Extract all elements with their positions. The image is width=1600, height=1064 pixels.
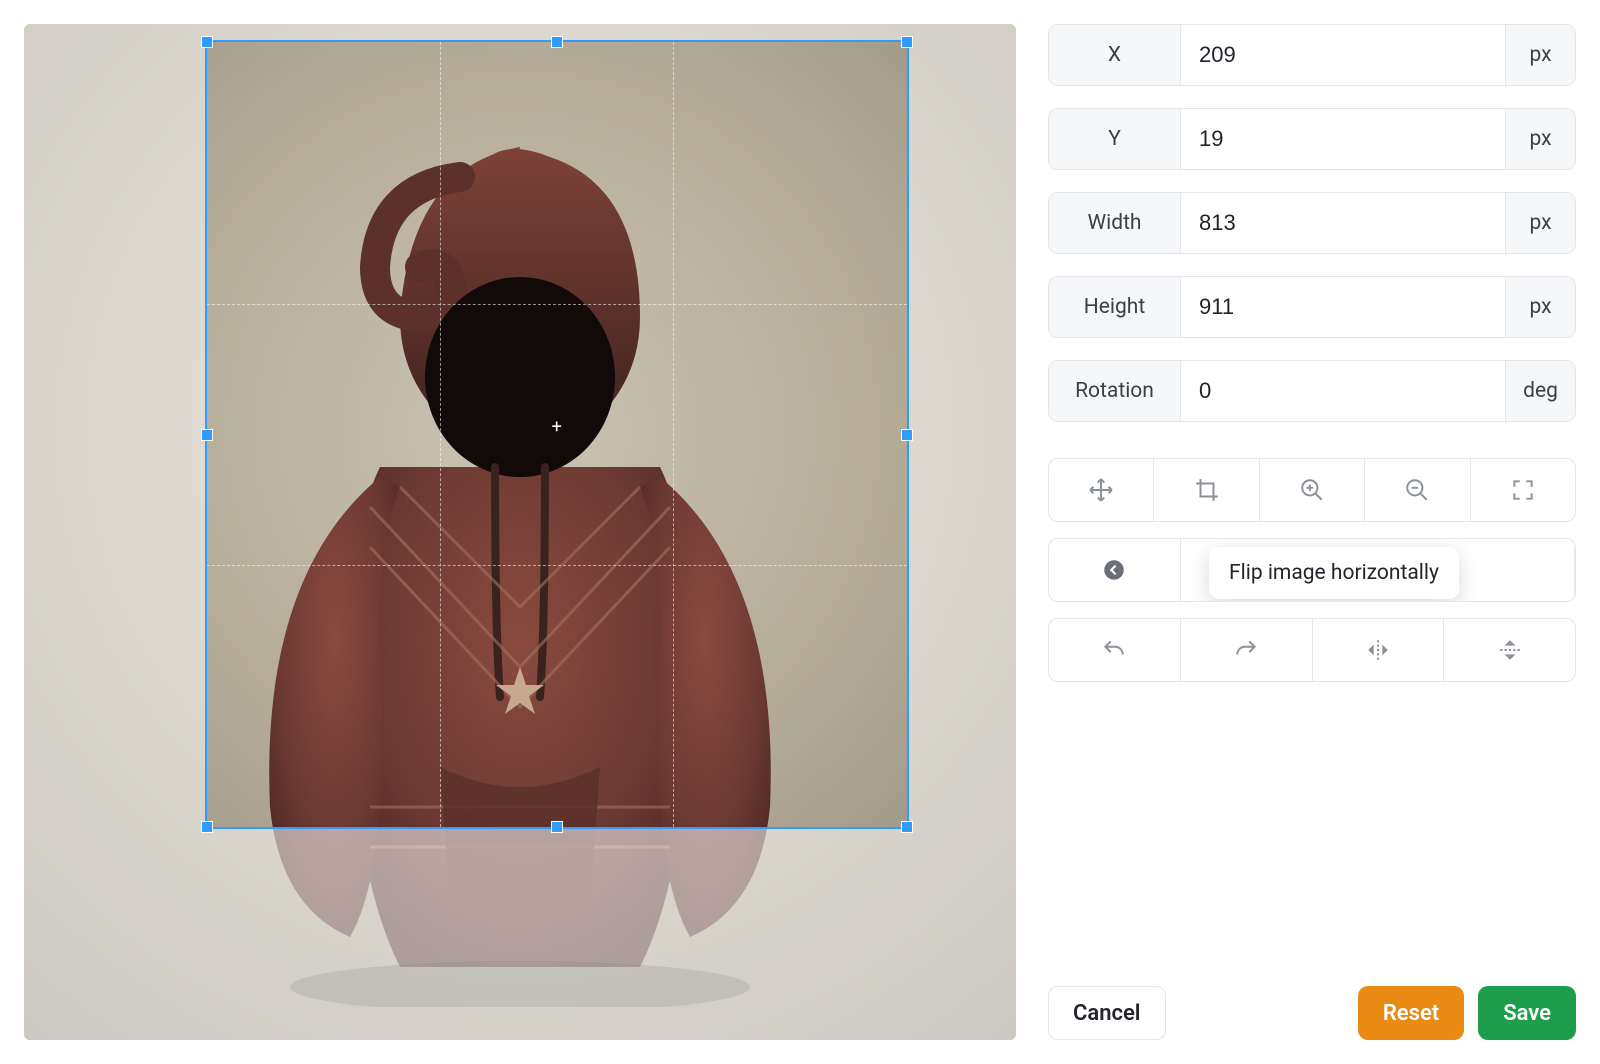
move-button[interactable] xyxy=(1049,459,1154,521)
handle-right[interactable] xyxy=(901,429,913,441)
x-input[interactable] xyxy=(1181,25,1505,85)
handle-left[interactable] xyxy=(201,429,213,441)
handle-top-right[interactable] xyxy=(901,36,913,48)
tooltip: Flip image horizontally xyxy=(1209,547,1459,599)
save-label: Save xyxy=(1503,1001,1551,1026)
height-label: Height xyxy=(1049,277,1181,337)
zoom-in-icon xyxy=(1299,477,1325,503)
height-unit: px xyxy=(1505,277,1575,337)
back-button[interactable] xyxy=(1049,539,1181,601)
image-canvas[interactable]: + xyxy=(24,24,1016,1040)
crop-button[interactable] xyxy=(1154,459,1259,521)
flip-horizontal-button[interactable] xyxy=(1313,619,1445,681)
redo-icon xyxy=(1233,637,1259,663)
zoom-in-button[interactable] xyxy=(1260,459,1365,521)
cancel-label: Cancel xyxy=(1073,1001,1141,1026)
handle-bottom[interactable] xyxy=(551,821,563,833)
handle-top[interactable] xyxy=(551,36,563,48)
undo-button[interactable] xyxy=(1049,619,1181,681)
x-label: X xyxy=(1049,25,1181,85)
footer-actions: Cancel Reset Save xyxy=(1048,962,1576,1040)
width-label: Width xyxy=(1049,193,1181,253)
arrow-left-circle-icon xyxy=(1101,557,1127,583)
tool-row-1 xyxy=(1048,458,1576,522)
rotation-field: Rotation deg xyxy=(1048,360,1576,422)
width-input[interactable] xyxy=(1181,193,1505,253)
zoom-out-icon xyxy=(1404,477,1430,503)
move-icon xyxy=(1088,477,1114,503)
crop-icon xyxy=(1194,477,1220,503)
x-unit: px xyxy=(1505,25,1575,85)
rotation-input[interactable] xyxy=(1181,361,1505,421)
y-label: Y xyxy=(1049,109,1181,169)
properties-panel: X px Y px Width px Height px Rotation xyxy=(1040,0,1600,1064)
fullscreen-button[interactable] xyxy=(1471,459,1575,521)
crosshair-icon: + xyxy=(552,416,562,437)
cancel-button[interactable]: Cancel xyxy=(1048,986,1166,1040)
height-field: Height px xyxy=(1048,276,1576,338)
width-unit: px xyxy=(1505,193,1575,253)
width-field: Width px xyxy=(1048,192,1576,254)
save-button[interactable]: Save xyxy=(1478,986,1576,1040)
reset-label: Reset xyxy=(1383,1001,1439,1026)
rotation-label: Rotation xyxy=(1049,361,1181,421)
redo-button[interactable] xyxy=(1181,619,1313,681)
tooltip-text: Flip image horizontally xyxy=(1229,561,1439,585)
zoom-out-button[interactable] xyxy=(1365,459,1470,521)
reset-button[interactable]: Reset xyxy=(1358,986,1464,1040)
height-input[interactable] xyxy=(1181,277,1505,337)
tool-row-3 xyxy=(1048,618,1576,682)
handle-top-left[interactable] xyxy=(201,36,213,48)
handle-bottom-right[interactable] xyxy=(901,821,913,833)
flip-vertical-button[interactable] xyxy=(1444,619,1575,681)
flip-vertical-icon xyxy=(1497,637,1523,663)
crop-selection[interactable]: + xyxy=(205,40,909,829)
tool-row-2: Flip image horizontally xyxy=(1048,538,1576,602)
undo-icon xyxy=(1101,637,1127,663)
y-input[interactable] xyxy=(1181,109,1505,169)
flip-horizontal-icon xyxy=(1365,637,1391,663)
y-unit: px xyxy=(1505,109,1575,169)
y-field: Y px xyxy=(1048,108,1576,170)
handle-bottom-left[interactable] xyxy=(201,821,213,833)
x-field: X px xyxy=(1048,24,1576,86)
fullscreen-icon xyxy=(1510,477,1536,503)
rotation-unit: deg xyxy=(1505,361,1575,421)
